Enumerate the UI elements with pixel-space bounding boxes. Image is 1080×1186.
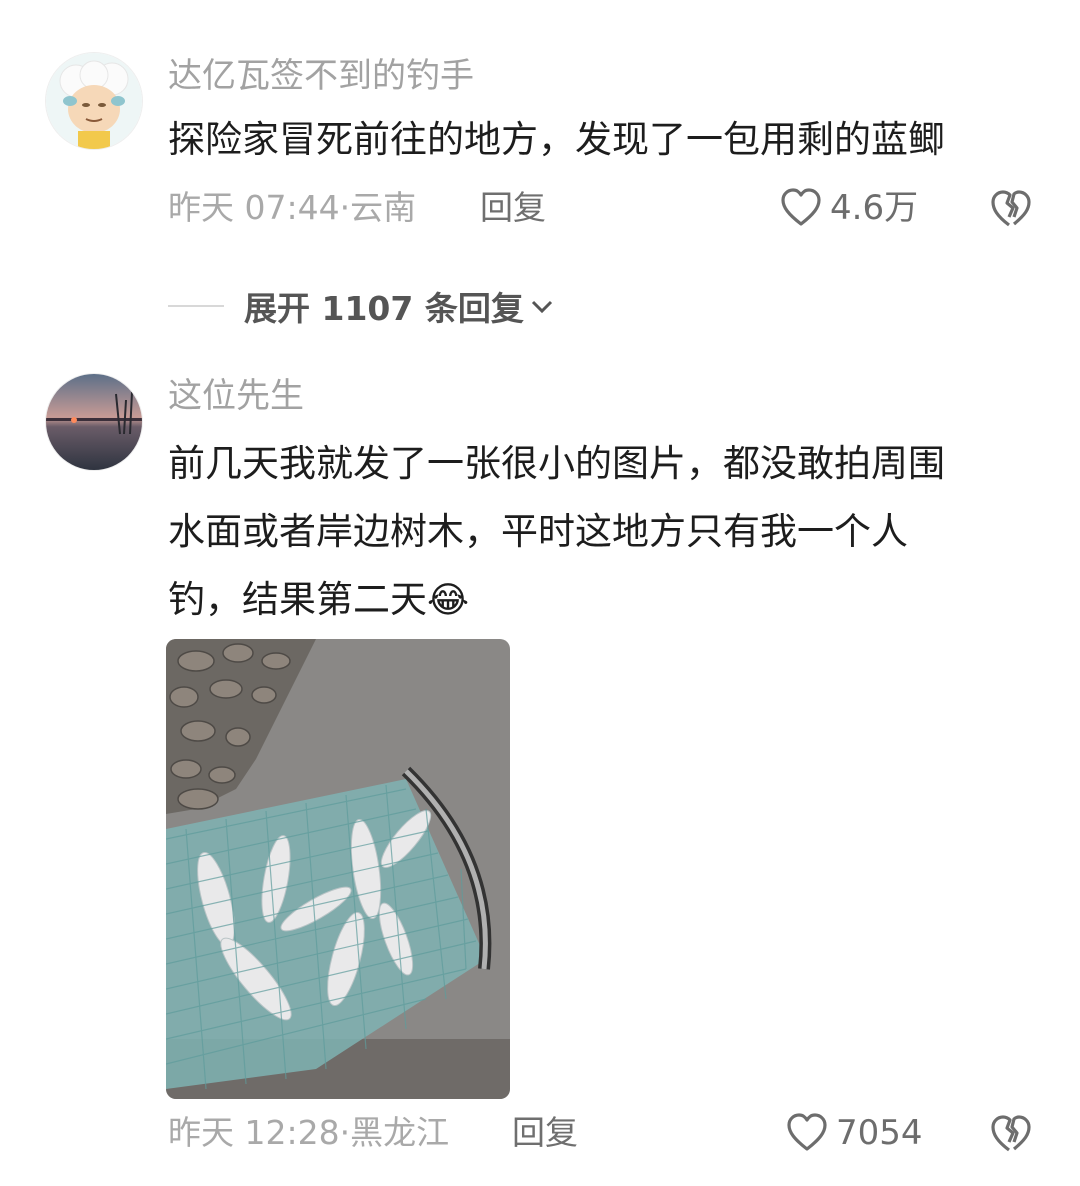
heart-icon [787, 1113, 827, 1151]
expand-replies-button[interactable]: 展开 1107 条回复 [168, 282, 556, 330]
broken-heart-icon [991, 190, 1031, 227]
like-button[interactable]: 7054 [786, 1113, 923, 1153]
comment-text: 探险家冒死前往的地方，发现了一包用剩的蓝鲫 [168, 118, 945, 161]
like-count: 7054 [836, 1113, 923, 1153]
comment-author[interactable]: 达亿瓦签不到的钓手 [168, 56, 474, 96]
comment-text-segment: 钓，结果第二天 [168, 578, 427, 621]
avatar[interactable] [46, 374, 142, 470]
comment-text-line: 前几天我就发了一张很小的图片，都没敢拍周围 [168, 442, 945, 485]
chevron-down-icon [531, 300, 552, 314]
separator-dot: · [339, 1113, 351, 1152]
dislike-button[interactable] [990, 190, 1032, 234]
avatar[interactable] [46, 53, 142, 149]
like-button[interactable]: 4.6万 [780, 188, 918, 228]
comment-meta: 昨天 07:44·云南 [168, 188, 416, 228]
reply-button[interactable]: 回复 [512, 1113, 578, 1153]
broken-heart-icon [991, 1115, 1031, 1152]
like-count: 4.6万 [830, 188, 919, 228]
heart-icon [781, 188, 821, 226]
reply-button[interactable]: 回复 [480, 188, 546, 228]
comment-photo[interactable] [166, 639, 510, 1099]
comment-time: 昨天 12:28 [168, 1113, 340, 1152]
comment-location: 黑龙江 [350, 1113, 450, 1152]
comment-location: 云南 [350, 188, 417, 227]
comment-text-line: 钓，结果第二天😂 [168, 568, 469, 633]
expand-replies-label: 展开 1107 条回复 [244, 289, 524, 328]
comment-text-line: 水面或者岸边树木，平时这地方只有我一个人 [168, 510, 908, 553]
comment-time: 昨天 07:44 [168, 188, 340, 227]
dislike-button[interactable] [990, 1115, 1032, 1159]
comment-meta: 昨天 12:28·黑龙江 [168, 1113, 449, 1153]
comment-author[interactable]: 这位先生 [168, 376, 304, 416]
emoji: 😂 [427, 580, 470, 621]
divider [168, 305, 224, 307]
separator-dot: · [339, 188, 351, 227]
